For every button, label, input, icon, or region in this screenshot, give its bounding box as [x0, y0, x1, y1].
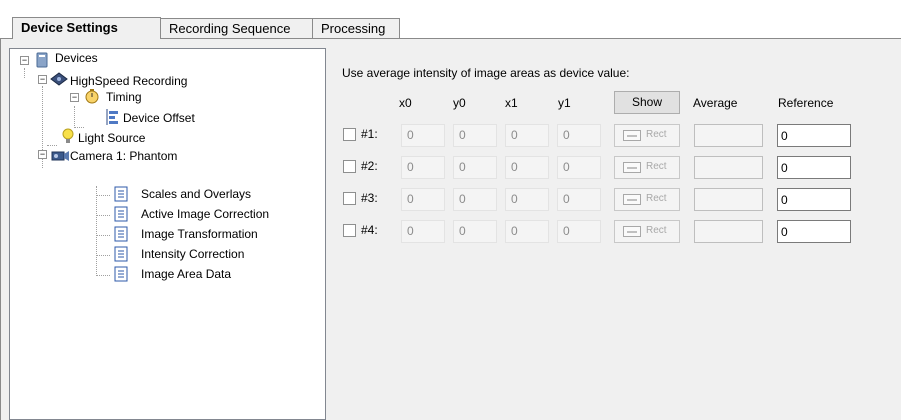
document-icon — [114, 206, 130, 222]
x0-field-2[interactable]: 0 — [401, 156, 445, 179]
tree-node-image-transformation[interactable]: Image Transformation — [10, 225, 310, 243]
area-checkbox-1[interactable] — [343, 128, 356, 141]
reference-input-1[interactable] — [777, 124, 851, 147]
document-icon — [114, 186, 130, 202]
y1-field-1[interactable]: 0 — [557, 124, 601, 147]
rect-label: Rect — [646, 161, 667, 172]
average-field-3 — [694, 188, 763, 211]
tree-label: Scales and Overlays — [141, 187, 252, 201]
recording-icon — [50, 71, 68, 87]
area-label-3: #3: — [361, 191, 378, 205]
tree-node-highspeed-recording[interactable]: − HighSpeed Recording — [10, 69, 310, 88]
reference-input-4[interactable] — [777, 220, 851, 243]
x0-field-4[interactable]: 0 — [401, 220, 445, 243]
offset-bars-icon — [106, 109, 122, 125]
y0-field-3[interactable]: 0 — [453, 188, 497, 211]
show-button[interactable]: Show — [614, 91, 680, 114]
y0-field-4[interactable]: 0 — [453, 220, 497, 243]
column-header-average: Average — [693, 96, 738, 110]
tab-processing[interactable]: Processing — [312, 18, 400, 38]
document-icon — [114, 266, 130, 282]
x1-field-4[interactable]: 0 — [505, 220, 549, 243]
column-header-y1: y1 — [558, 96, 571, 110]
y1-field-4[interactable]: 0 — [557, 220, 601, 243]
y0-field-1[interactable]: 0 — [453, 124, 497, 147]
tree-label: Device Offset — [123, 111, 195, 125]
device-tree[interactable]: − Devices − HighSpeed Recording − Timing… — [9, 48, 326, 420]
area-checkbox-2[interactable] — [343, 160, 356, 173]
y0-field-2[interactable]: 0 — [453, 156, 497, 179]
x1-field-1[interactable]: 0 — [505, 124, 549, 147]
column-header-x1: x1 — [505, 96, 518, 110]
tab-device-settings[interactable]: Device Settings — [12, 17, 161, 39]
tree-label: Image Transformation — [141, 227, 258, 241]
reference-input-3[interactable] — [777, 188, 851, 211]
camera-icon — [50, 147, 69, 163]
average-field-1 — [694, 124, 763, 147]
tree-label: Light Source — [78, 131, 146, 145]
collapse-icon[interactable]: − — [20, 56, 29, 65]
tab-label: Processing — [321, 21, 386, 36]
column-header-y0: y0 — [453, 96, 466, 110]
tree-label: Intensity Correction — [141, 247, 245, 261]
tree-node-devices[interactable]: − Devices — [10, 51, 310, 69]
area-label-1: #1: — [361, 127, 378, 141]
tree-label: Image Area Data — [141, 267, 232, 281]
tab-label: Recording Sequence — [169, 21, 291, 36]
rectangle-icon — [623, 194, 641, 205]
document-icon — [114, 226, 130, 242]
reference-input-2[interactable] — [777, 156, 851, 179]
stopwatch-icon — [84, 88, 100, 104]
column-header-reference: Reference — [778, 96, 834, 110]
document-icon — [114, 246, 130, 262]
tree-node-scales-overlays[interactable]: Scales and Overlays — [10, 185, 310, 203]
rect-button-3[interactable]: Rect — [614, 188, 680, 211]
rect-label: Rect — [646, 225, 667, 236]
collapse-icon[interactable]: − — [38, 150, 47, 159]
tree-label: Active Image Correction — [141, 207, 270, 221]
tree-node-device-offset[interactable]: Device Offset — [10, 106, 310, 125]
collapse-icon[interactable]: − — [38, 75, 47, 84]
device-box-icon — [34, 52, 50, 68]
x0-field-3[interactable]: 0 — [401, 188, 445, 211]
rectangle-icon — [623, 226, 641, 237]
tab-recording-sequence[interactable]: Recording Sequence — [160, 18, 313, 38]
panel-heading: Use average intensity of image areas as … — [342, 66, 630, 80]
area-checkbox-4[interactable] — [343, 224, 356, 237]
rect-label: Rect — [646, 193, 667, 204]
tree-node-image-area-data[interactable]: Image Area Data — [10, 265, 310, 283]
tree-node-light-source[interactable]: Light Source — [10, 126, 310, 145]
area-checkbox-3[interactable] — [343, 192, 356, 205]
y1-field-2[interactable]: 0 — [557, 156, 601, 179]
tab-label: Device Settings — [21, 20, 118, 35]
tree-node-camera[interactable]: − Camera 1: Phantom — [10, 146, 310, 164]
x1-field-2[interactable]: 0 — [505, 156, 549, 179]
average-field-2 — [694, 156, 763, 179]
average-field-4 — [694, 220, 763, 243]
area-label-2: #2: — [361, 159, 378, 173]
x0-field-1[interactable]: 0 — [401, 124, 445, 147]
rect-button-2[interactable]: Rect — [614, 156, 680, 179]
light-bulb-icon — [61, 128, 77, 144]
x1-field-3[interactable]: 0 — [505, 188, 549, 211]
rectangle-icon — [623, 130, 641, 141]
area-label-4: #4: — [361, 223, 378, 237]
tree-label: Devices — [55, 51, 98, 65]
rect-button-1[interactable]: Rect — [614, 124, 680, 147]
rect-button-4[interactable]: Rect — [614, 220, 680, 243]
y1-field-3[interactable]: 0 — [557, 188, 601, 211]
rectangle-icon — [623, 162, 641, 173]
tree-node-active-image-correction[interactable]: Active Image Correction — [10, 205, 310, 223]
tree-node-timing[interactable]: − Timing — [10, 87, 310, 105]
rect-label: Rect — [646, 129, 667, 140]
tab-strip: Recording Sequence Processing Device Set… — [0, 0, 901, 40]
tree-node-intensity-correction[interactable]: Intensity Correction — [10, 245, 310, 263]
collapse-icon[interactable]: − — [70, 93, 79, 102]
column-header-x0: x0 — [399, 96, 412, 110]
tree-label: Camera 1: Phantom — [70, 149, 178, 163]
tree-label: Timing — [106, 90, 142, 104]
